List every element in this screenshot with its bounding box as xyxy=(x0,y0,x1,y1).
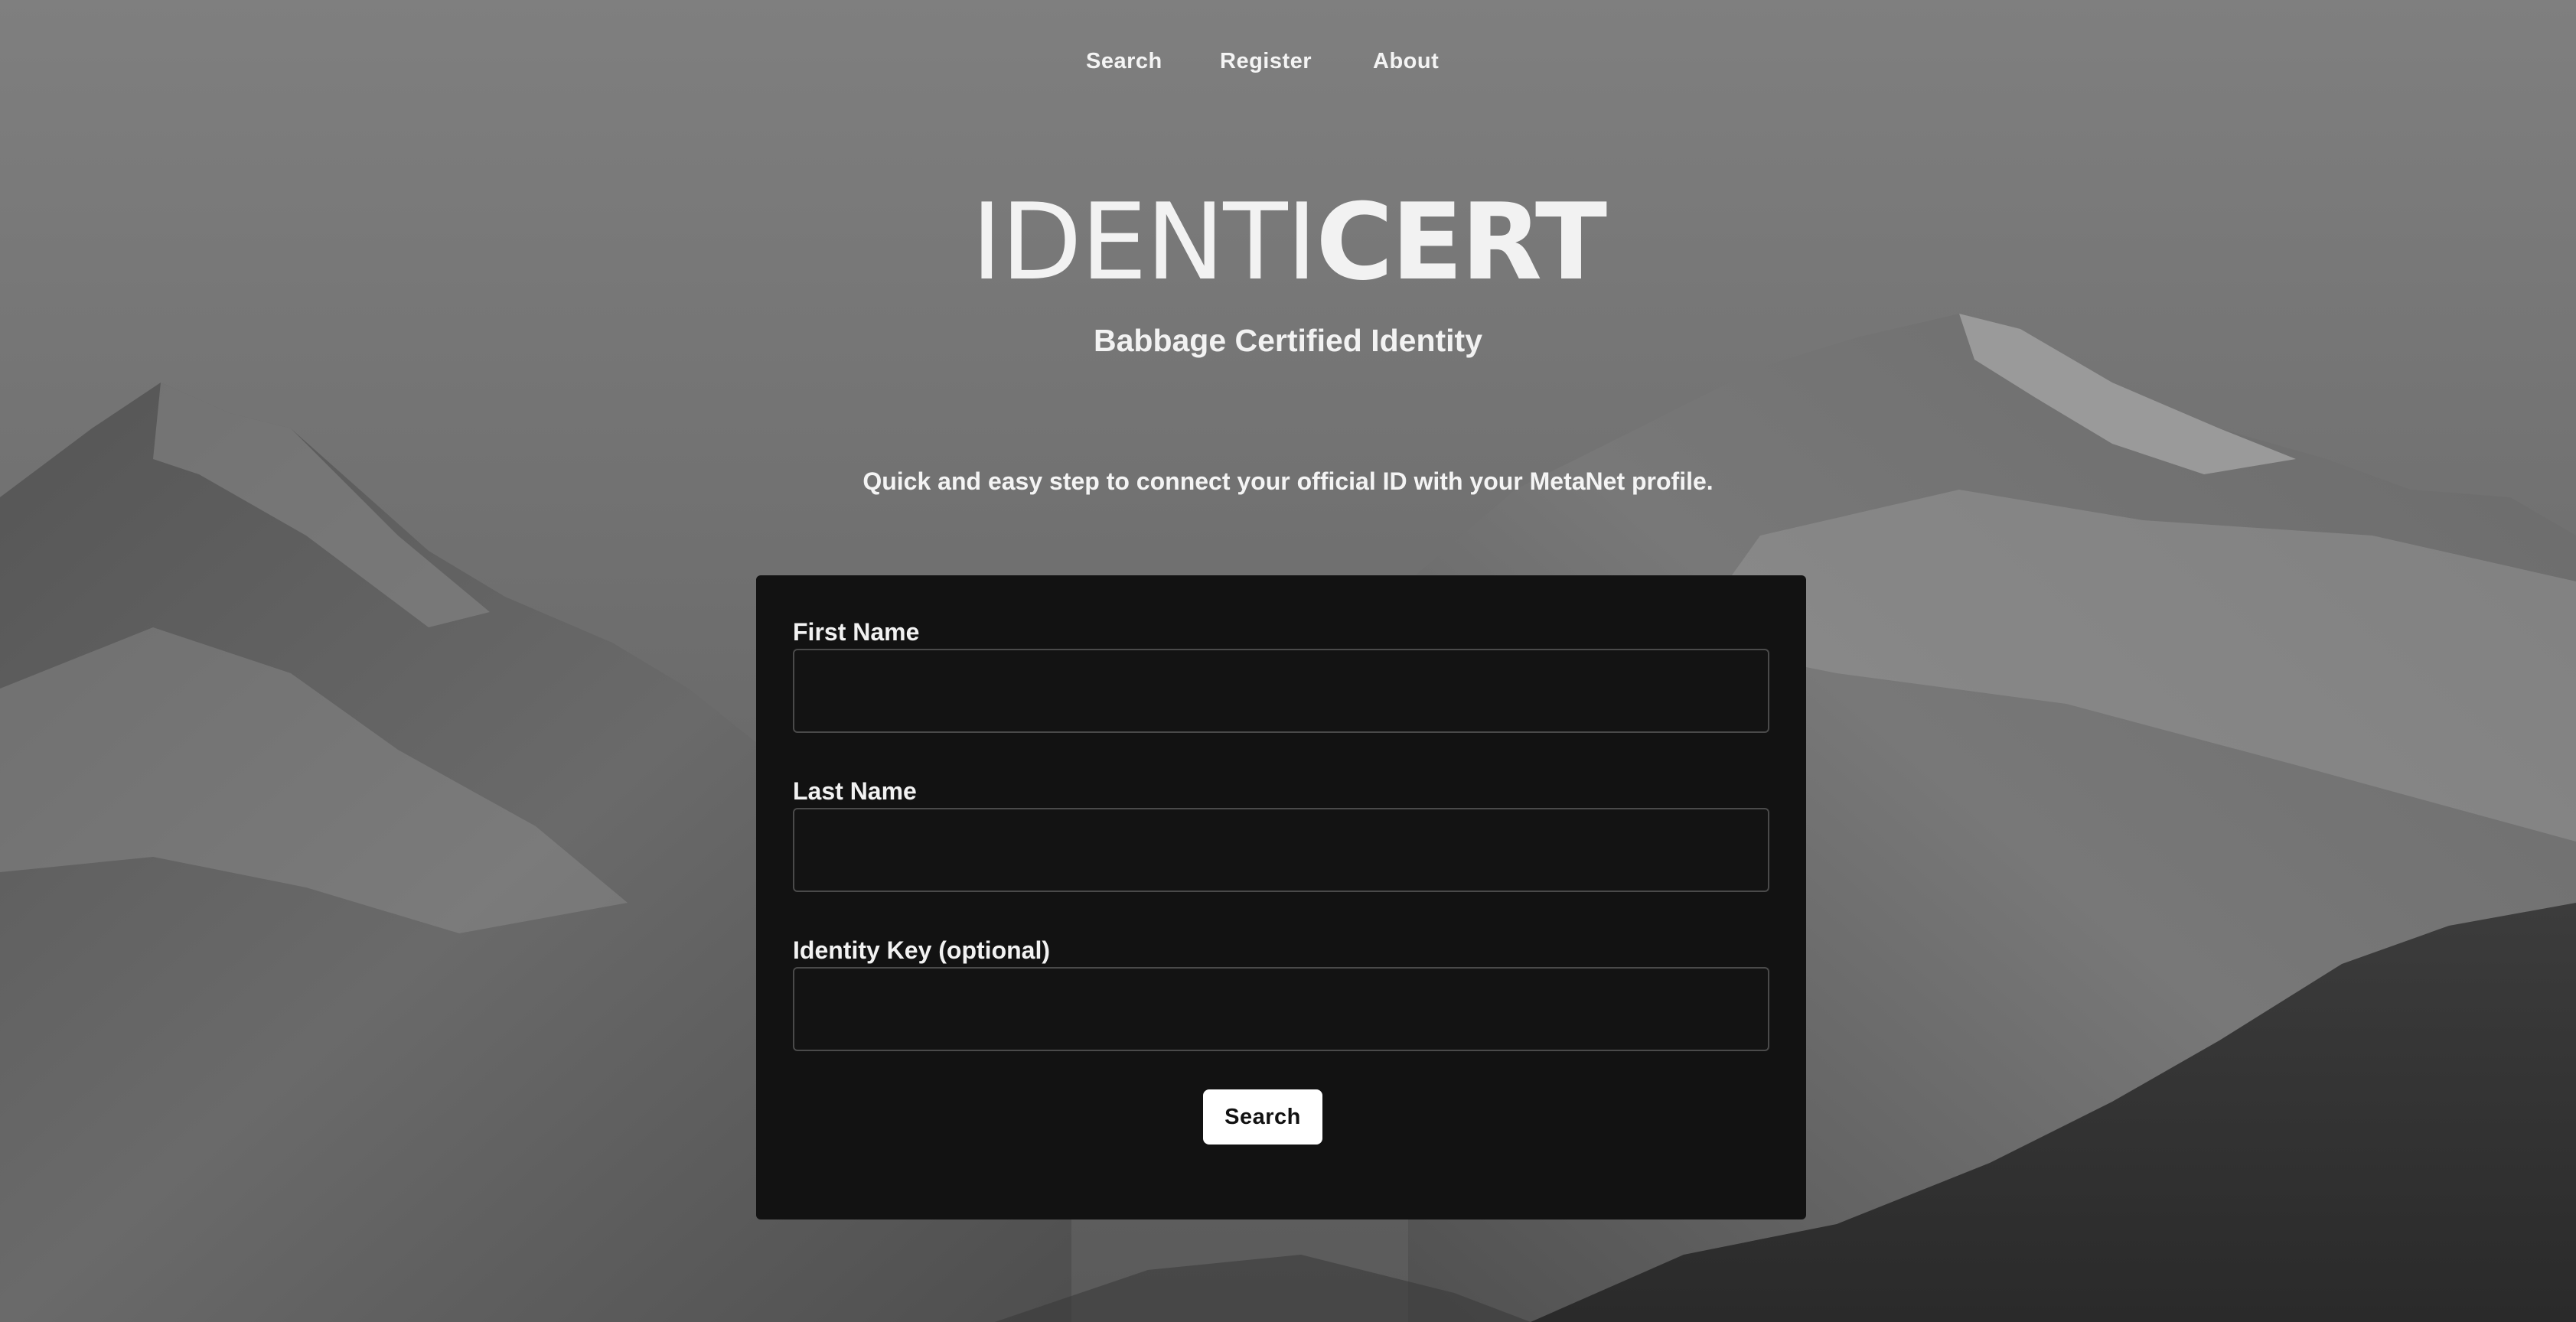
nav-link-search[interactable]: Search xyxy=(1086,44,1162,78)
identity-key-input[interactable] xyxy=(793,967,1769,1051)
title-bold-part: CERT xyxy=(1316,181,1607,304)
nav-link-about[interactable]: About xyxy=(1373,44,1439,78)
search-button[interactable]: Search xyxy=(1203,1089,1322,1145)
nav-link-register[interactable]: Register xyxy=(1220,44,1312,78)
identity-key-label: Identity Key (optional) xyxy=(793,936,1050,964)
page-subtitle: Babbage Certified Identity xyxy=(1093,323,1482,358)
top-navigation: Search Register About xyxy=(0,44,2576,78)
first-name-label: First Name xyxy=(793,618,920,646)
page-tagline: Quick and easy step to connect your offi… xyxy=(862,467,1714,495)
last-name-label: Last Name xyxy=(793,777,917,805)
brand-logo-title: IDENTICERT xyxy=(0,170,2576,311)
first-name-input[interactable] xyxy=(793,649,1769,733)
title-light-part: IDENTI xyxy=(970,181,1317,304)
search-form-card: First Name Last Name Identity Key (optio… xyxy=(756,575,1806,1219)
last-name-input[interactable] xyxy=(793,808,1769,892)
